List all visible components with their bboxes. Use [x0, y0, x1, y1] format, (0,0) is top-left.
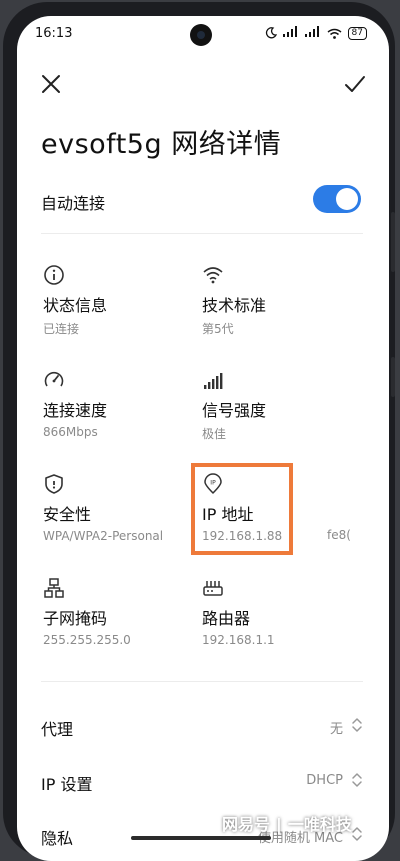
ip-highlight-box — [191, 463, 293, 555]
detail-value: 192.168.1.1 — [202, 633, 275, 647]
home-indicator[interactable] — [131, 836, 271, 840]
chevron-up-down-icon — [352, 718, 362, 732]
top-bar — [17, 56, 389, 108]
status-time: 16:13 — [35, 26, 73, 41]
auto-connect-label: 自动连接 — [41, 194, 106, 213]
divider — [41, 681, 363, 682]
detail-label: 子网掩码 — [43, 609, 108, 628]
page-title: evsoft5g 网络详情 — [41, 129, 282, 160]
speedometer-icon — [44, 371, 64, 387]
setting-label: 代理 — [41, 720, 74, 739]
watermark-right: 一唯科技 — [287, 815, 352, 834]
detail-label: 状态信息 — [43, 296, 108, 315]
check-icon[interactable] — [343, 72, 367, 96]
detail-subnet: 子网掩码 255.255.255.0 — [43, 577, 213, 667]
divider — [41, 233, 363, 234]
setting-label: IP 设置 — [41, 775, 93, 794]
setting-proxy[interactable]: 代理 无 — [41, 704, 363, 748]
detail-value: 第5代 — [202, 322, 234, 336]
detail-value: 866Mbps — [43, 425, 98, 439]
moon-icon — [265, 27, 277, 39]
status-bar: 16:13 87 — [17, 16, 389, 54]
wifi-icon — [203, 267, 223, 284]
watermark: 网易号 | 一唯科技 — [222, 811, 352, 835]
toggle-knob — [336, 188, 358, 210]
signal-icon — [304, 26, 321, 40]
auto-connect-row: 自动连接 — [41, 176, 361, 226]
detail-label: 连接速度 — [43, 401, 108, 420]
detail-speed: 连接速度 866Mbps — [43, 369, 213, 459]
chevron-up-down-icon — [352, 773, 362, 787]
info-icon — [44, 265, 64, 285]
detail-value: 255.255.255.0 — [43, 633, 131, 647]
close-icon[interactable] — [39, 72, 63, 96]
battery-level: 87 — [347, 26, 367, 40]
detail-label: 信号强度 — [202, 401, 267, 420]
screen: 16:13 87 evsoft5g 网络详情 自动连接 状态信息 已连接 技术标… — [17, 16, 389, 861]
detail-label: 路由器 — [202, 609, 251, 628]
phone-frame: 16:13 87 evsoft5g 网络详情 自动连接 状态信息 已连接 技术标… — [3, 2, 395, 861]
watermark-left: 网易号 — [222, 815, 271, 834]
shield-icon — [45, 474, 63, 494]
watermark-separator: | — [276, 815, 282, 834]
detail-router: 路由器 192.168.1.1 — [202, 577, 372, 667]
detail-signal: 信号强度 极佳 — [202, 369, 372, 459]
front-camera — [190, 24, 212, 46]
chevron-up-down-icon — [352, 827, 362, 841]
power-button — [391, 357, 395, 397]
wifi-status-icon — [327, 28, 342, 39]
detail-label: 技术标准 — [202, 296, 267, 315]
status-icons: 87 — [265, 26, 367, 40]
volume-button — [391, 212, 395, 272]
router-icon — [203, 581, 223, 596]
detail-label: 安全性 — [43, 505, 92, 524]
setting-label: 隐私 — [41, 829, 74, 848]
ipv6-address-partial: fe8( — [327, 528, 351, 542]
signal-icon — [282, 26, 299, 40]
setting-value: DHCP — [306, 773, 343, 788]
setting-ip[interactable]: IP 设置 DHCP — [41, 759, 363, 803]
signal-bars-icon — [204, 373, 223, 389]
network-nodes-icon — [44, 578, 64, 598]
detail-status: 状态信息 已连接 — [43, 264, 213, 354]
detail-value: WPA/WPA2-Personal — [43, 529, 164, 543]
detail-security: 安全性 WPA/WPA2-Personal — [43, 473, 213, 563]
auto-connect-toggle[interactable] — [313, 185, 361, 213]
detail-standard: 技术标准 第5代 — [202, 264, 372, 354]
setting-value: 无 — [329, 722, 343, 737]
detail-value: 已连接 — [43, 322, 80, 336]
detail-value: 极佳 — [202, 427, 227, 441]
